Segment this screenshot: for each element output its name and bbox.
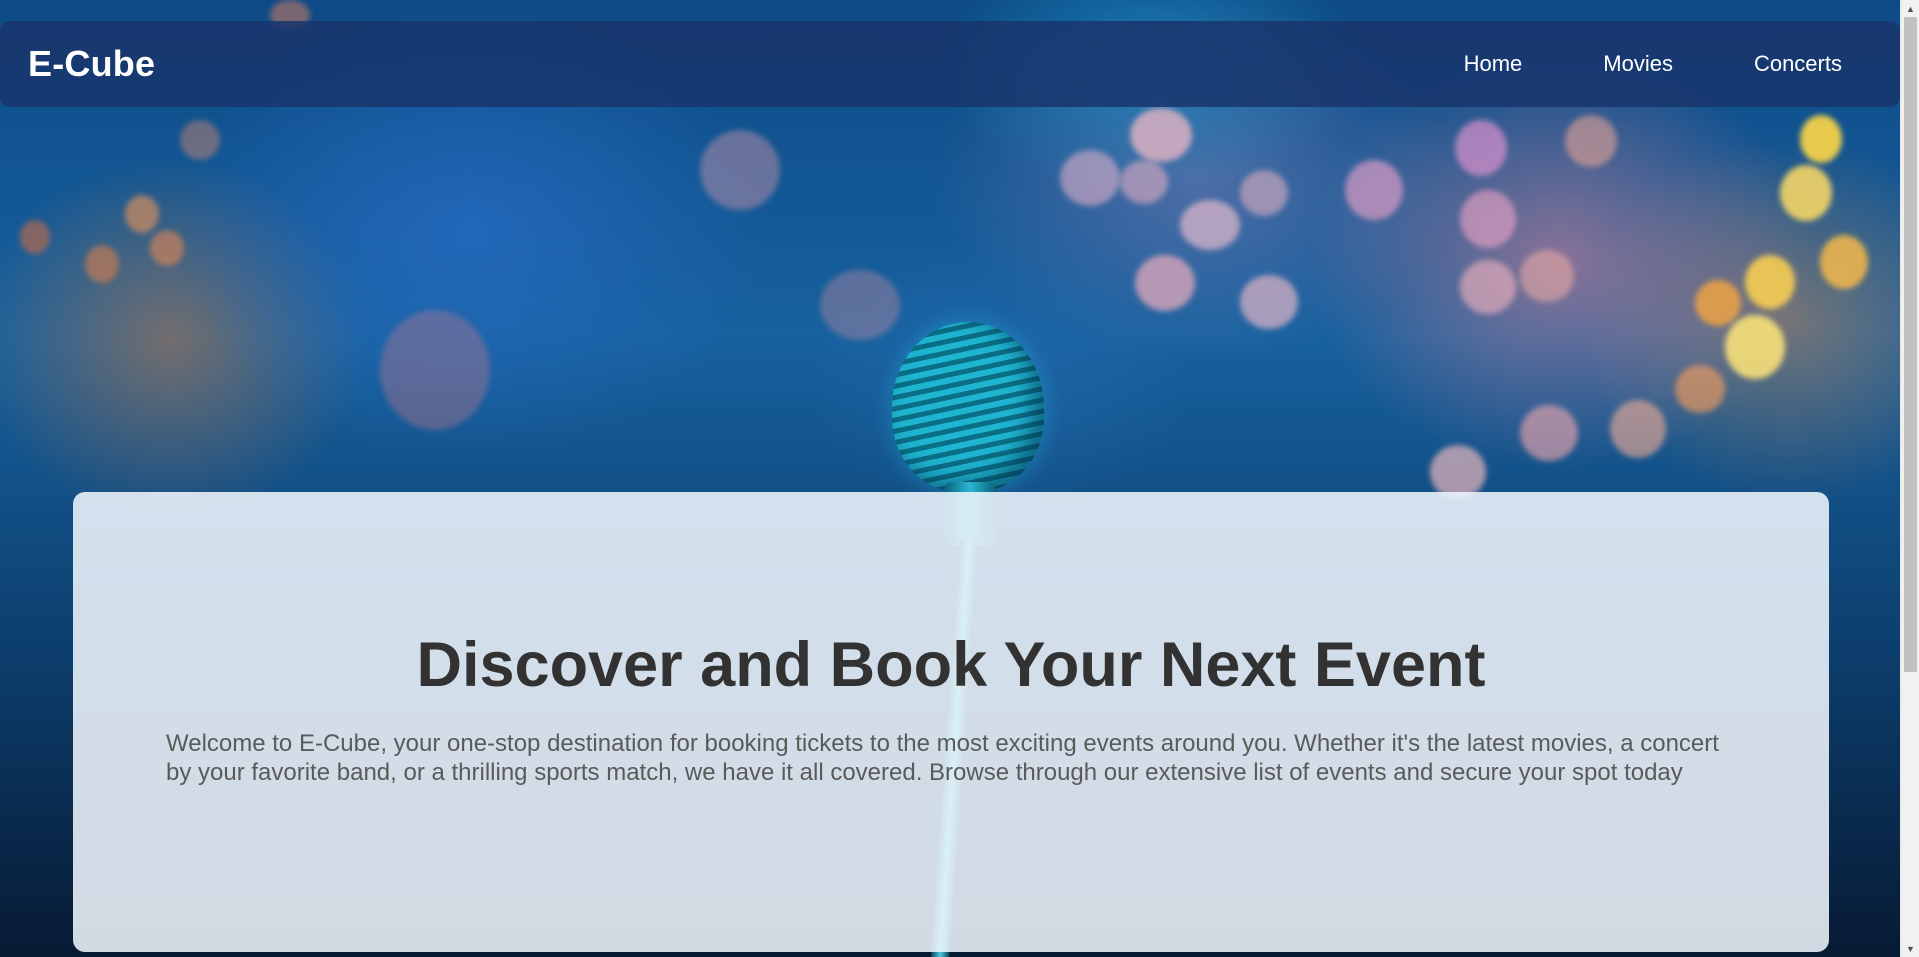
bokeh-light xyxy=(1430,445,1486,499)
bokeh-light xyxy=(1610,400,1666,458)
bokeh-light xyxy=(1565,115,1617,167)
bokeh-light xyxy=(1820,235,1868,289)
bokeh-light xyxy=(1180,200,1240,250)
bokeh-light xyxy=(1240,170,1288,216)
bokeh-light xyxy=(380,310,490,430)
down-arrow-icon[interactable]: ▼ xyxy=(1901,940,1919,957)
bokeh-light xyxy=(1460,260,1516,314)
bokeh-light xyxy=(1695,280,1741,326)
bokeh-light xyxy=(1725,315,1785,379)
bokeh-light xyxy=(1345,160,1403,220)
bokeh-light xyxy=(1240,275,1298,329)
bokeh-light xyxy=(85,245,119,283)
bokeh-light xyxy=(1135,255,1195,311)
bokeh-light xyxy=(20,220,50,254)
bokeh-light xyxy=(125,195,159,233)
bokeh-light xyxy=(820,270,900,340)
hero-background: E-Cube Home Movies Concerts Discover and… xyxy=(0,0,1900,957)
hero-description: Welcome to E-Cube, your one-stop destina… xyxy=(166,730,1719,786)
nav-link-movies[interactable]: Movies xyxy=(1603,51,1673,77)
bokeh-light xyxy=(700,130,780,210)
nav-links: Home Movies Concerts xyxy=(1464,51,1872,77)
scrollbar-thumb[interactable] xyxy=(1904,17,1917,672)
vertical-scrollbar[interactable]: ▲ ▼ xyxy=(1900,0,1919,957)
up-arrow-icon[interactable]: ▲ xyxy=(1901,0,1919,17)
nav-link-concerts[interactable]: Concerts xyxy=(1754,51,1842,77)
bokeh-light xyxy=(1675,365,1725,413)
navbar: E-Cube Home Movies Concerts xyxy=(0,21,1900,107)
bokeh-light xyxy=(1060,150,1120,206)
nav-link-home[interactable]: Home xyxy=(1464,51,1523,77)
bokeh-light xyxy=(1460,190,1516,248)
bokeh-light xyxy=(1780,165,1832,221)
bokeh-light xyxy=(150,230,184,266)
hero-card: Discover and Book Your Next Event Welcom… xyxy=(73,492,1829,952)
bokeh-light xyxy=(1130,108,1192,162)
bokeh-light xyxy=(1455,120,1507,176)
bokeh-light xyxy=(1520,250,1574,302)
bokeh-light xyxy=(1120,160,1168,204)
bokeh-light xyxy=(1800,115,1842,163)
bokeh-light xyxy=(1745,255,1795,309)
logo[interactable]: E-Cube xyxy=(28,43,155,85)
hero-title: Discover and Book Your Next Event xyxy=(416,630,1486,700)
bokeh-light xyxy=(1520,405,1578,461)
bokeh-light xyxy=(180,120,220,160)
